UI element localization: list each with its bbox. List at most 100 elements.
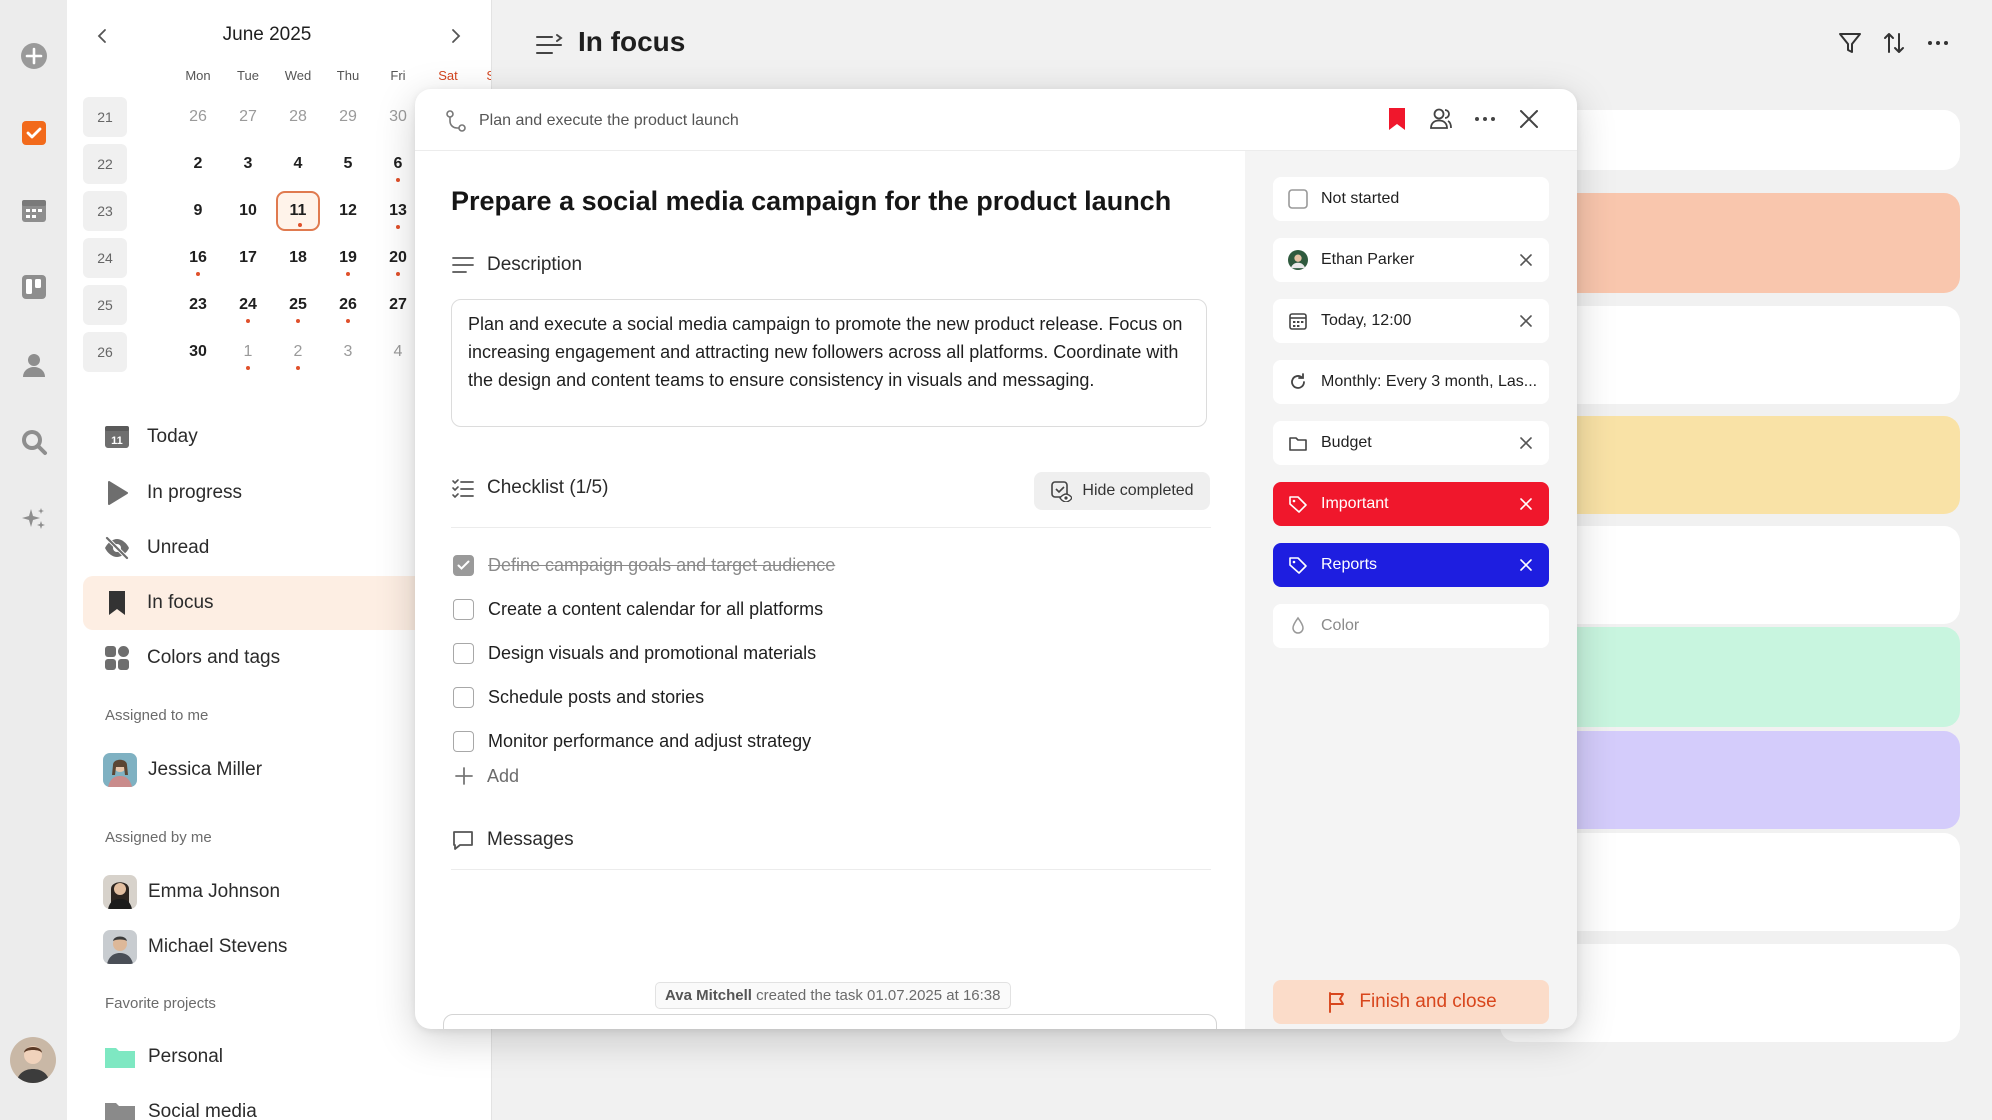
calendar-day[interactable]: 26 <box>326 285 370 325</box>
calendar-day[interactable]: 25 <box>276 285 320 325</box>
filter-icon[interactable] <box>1835 28 1865 58</box>
checklist-icon <box>452 479 474 499</box>
calendar-icon[interactable] <box>16 192 51 227</box>
calendar-day[interactable]: 17 <box>226 238 270 278</box>
calendar-day[interactable]: 30 <box>176 332 220 372</box>
calendar-day-today[interactable]: 11 <box>276 191 320 231</box>
checklist-item[interactable]: Schedule posts and stories <box>453 682 704 712</box>
task-indicator-dot <box>298 223 302 227</box>
calendar-day[interactable]: 24 <box>226 285 270 325</box>
person-michael-stevens[interactable]: Michael Stevens <box>103 927 287 967</box>
calendar-day[interactable]: 4 <box>376 332 420 372</box>
checklist-item[interactable]: Create a content calendar for all platfo… <box>453 594 823 624</box>
calendar-day[interactable]: 23 <box>176 285 220 325</box>
calendar-day[interactable]: 13 <box>376 191 420 231</box>
members-button[interactable] <box>1425 103 1457 135</box>
sparkle-icon[interactable] <box>16 502 51 537</box>
status-field[interactable]: Not started <box>1273 177 1549 221</box>
calendar-day[interactable]: 3 <box>226 144 270 184</box>
checklist-item[interactable]: Monitor performance and adjust strategy <box>453 726 811 756</box>
calendar-day[interactable]: 30 <box>376 97 420 137</box>
checklist-label: Checklist (1/5) <box>487 477 609 498</box>
messages-header: Messages <box>451 828 574 852</box>
calendar-day[interactable]: 2 <box>276 332 320 372</box>
calendar-day[interactable]: 27 <box>376 285 420 325</box>
message-input[interactable] <box>544 1027 1144 1029</box>
checklist-item-text: Monitor performance and adjust strategy <box>488 730 812 751</box>
checklist-item[interactable]: Define campaign goals and target audienc… <box>453 550 835 580</box>
calendar-day[interactable]: 27 <box>226 97 270 137</box>
calendar-day[interactable]: 5 <box>326 144 370 184</box>
description-text[interactable]: Plan and execute a social media campaign… <box>451 299 1207 427</box>
checklist-checkbox[interactable] <box>453 554 474 576</box>
calendar-day[interactable]: 29 <box>326 97 370 137</box>
color-field[interactable]: Color <box>1273 604 1549 648</box>
person-emma-johnson[interactable]: Emma Johnson <box>103 872 280 912</box>
assignee-field[interactable]: Ethan Parker <box>1273 238 1549 282</box>
user-avatar[interactable] <box>10 1037 56 1083</box>
status-checkbox[interactable] <box>1287 188 1309 210</box>
calendar-day[interactable]: 20 <box>376 238 420 278</box>
checklist-checkbox[interactable] <box>453 642 474 664</box>
sort-icon[interactable] <box>1879 28 1909 58</box>
add-label: Add <box>487 765 520 786</box>
calendar-day[interactable]: 9 <box>176 191 220 231</box>
in-focus-bookmark-button[interactable] <box>1381 103 1413 135</box>
tasks-icon[interactable] <box>16 115 51 150</box>
svg-text:11: 11 <box>111 435 123 447</box>
calendar-day[interactable]: 18 <box>276 238 320 278</box>
add-icon[interactable] <box>16 38 51 73</box>
person-jessica-miller[interactable]: Jessica Miller <box>103 750 262 790</box>
more-icon[interactable] <box>1923 28 1953 58</box>
remove-assignee-button[interactable] <box>1517 251 1535 269</box>
close-icon <box>1520 437 1532 449</box>
microphone-icon[interactable] <box>1176 1027 1204 1029</box>
remove-tag-button[interactable] <box>1517 556 1535 574</box>
calendar-day[interactable]: 1 <box>226 332 270 372</box>
menu-toggle-icon[interactable] <box>534 30 564 60</box>
calendar-day[interactable]: 4 <box>276 144 320 184</box>
contacts-icon[interactable] <box>16 347 51 382</box>
board-icon[interactable] <box>16 269 51 304</box>
calendar-day[interactable]: 28 <box>276 97 320 137</box>
repeat-field[interactable]: Monthly: Every 3 month, Las... <box>1273 360 1549 404</box>
emoji-icon[interactable] <box>500 1027 528 1029</box>
calendar-day[interactable]: 3 <box>326 332 370 372</box>
calendar-day[interactable]: 26 <box>176 97 220 137</box>
remove-project-button[interactable] <box>1517 434 1535 452</box>
search-icon[interactable] <box>16 424 51 459</box>
due-date-field[interactable]: Today, 12:00 <box>1273 299 1549 343</box>
calendar-next-button[interactable] <box>441 22 469 50</box>
attachment-icon[interactable] <box>458 1027 486 1029</box>
tag-important[interactable]: Important <box>1273 482 1549 526</box>
calendar-day[interactable]: 12 <box>326 191 370 231</box>
avatar <box>103 875 137 909</box>
droplet-icon <box>1287 615 1309 637</box>
tag-icon <box>1287 554 1309 576</box>
calendar-day[interactable]: 10 <box>226 191 270 231</box>
checklist-checkbox[interactable] <box>453 686 474 708</box>
color-label: Color <box>1321 617 1360 634</box>
add-checklist-item-button[interactable]: Add <box>453 761 519 791</box>
tag-reports[interactable]: Reports <box>1273 543 1549 587</box>
calendar-day[interactable]: 19 <box>326 238 370 278</box>
checklist-item[interactable]: Design visuals and promotional materials <box>453 638 816 668</box>
close-dialog-button[interactable] <box>1513 103 1545 135</box>
checklist-item-text: Define campaign goals and target audienc… <box>488 554 836 575</box>
finish-and-close-button[interactable]: Finish and close <box>1273 980 1549 1024</box>
calendar-day[interactable]: 6 <box>376 144 420 184</box>
project-field[interactable]: Budget <box>1273 421 1549 465</box>
checklist-checkbox[interactable] <box>453 730 474 752</box>
parent-task-breadcrumb[interactable]: Plan and execute the product launch <box>445 110 739 132</box>
hide-completed-button[interactable]: Hide completed <box>1034 472 1210 510</box>
dialog-more-button[interactable] <box>1469 103 1501 135</box>
checklist-checkbox[interactable] <box>453 598 474 620</box>
calendar-day[interactable]: 16 <box>176 238 220 278</box>
remove-due-date-button[interactable] <box>1517 312 1535 330</box>
remove-tag-button[interactable] <box>1517 495 1535 513</box>
calendar-prev-button[interactable] <box>89 22 117 50</box>
project-social-media[interactable]: Social media <box>103 1092 257 1120</box>
calendar-day[interactable]: 2 <box>176 144 220 184</box>
task-title[interactable]: Prepare a social media campaign for the … <box>451 186 1171 217</box>
project-personal[interactable]: Personal <box>103 1037 223 1077</box>
